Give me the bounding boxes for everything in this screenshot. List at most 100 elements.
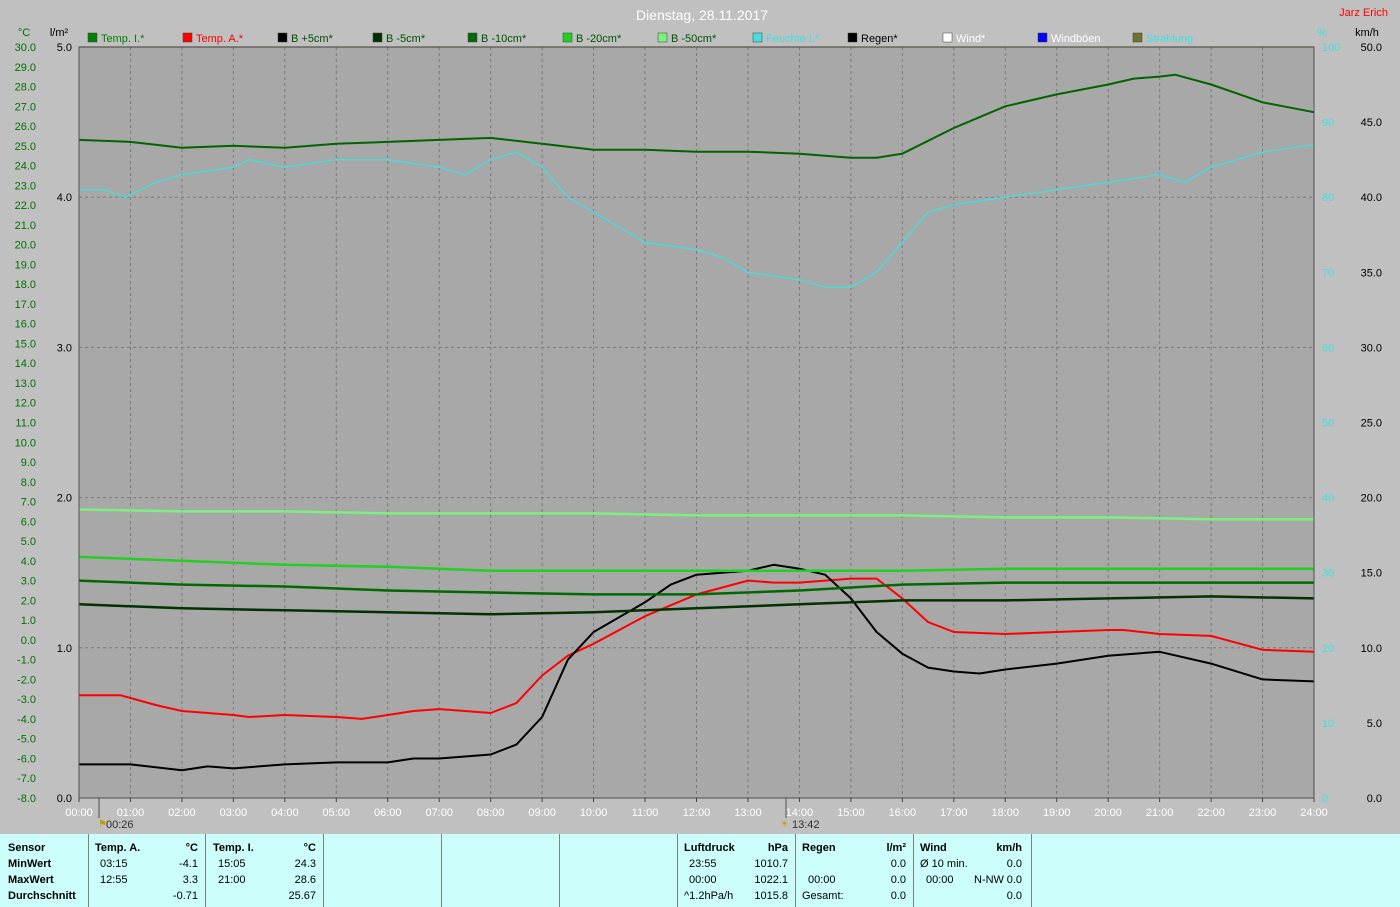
temp-i-header: Temp. I. <box>213 842 254 854</box>
temp-a-header: Temp. A. <box>95 842 141 854</box>
temp-a-max-time: 12:55 <box>100 874 128 886</box>
y-temp-tick-label: 7.0 <box>21 497 36 509</box>
rain-row1: 0.0 <box>890 858 906 870</box>
legend-swatch <box>87 32 98 43</box>
pressure-trend: ^1.2hPa/h <box>684 890 734 902</box>
pressure-max-time: 00:00 <box>689 874 717 886</box>
y-temp-tick-label: -3.0 <box>17 694 36 706</box>
weather-chart: 00:00 01:00 02:00 03:00 04:00 05:00 06:00 07:00… <box>0 0 1400 834</box>
rain-total: 0.0 <box>890 890 906 902</box>
minwert-label: MinWert <box>8 858 52 870</box>
y-pct-tick-label: 70 <box>1322 267 1334 279</box>
x-tick-label: 13:00 <box>734 807 762 819</box>
y-wind-tick-label: 30.0 <box>1361 342 1382 354</box>
pressure-min: 1010.7 <box>754 858 788 870</box>
legend-label: Regen* <box>861 33 898 45</box>
rain-time: 00:00 <box>808 874 836 886</box>
sun-icon: ☀ <box>780 819 789 830</box>
y-temp-tick-label: 27.0 <box>15 101 36 113</box>
y-temp-tick-label: 14.0 <box>15 358 36 370</box>
y-wind-tick-label: 50.0 <box>1361 42 1382 54</box>
y-wind-tick-label: 25.0 <box>1361 418 1382 430</box>
y-temp-tick-label: 20.0 <box>15 240 36 252</box>
legend-label: B -20cm* <box>576 33 622 45</box>
x-tick-label: 03:00 <box>220 807 248 819</box>
temp-a-min: -4.1 <box>179 858 198 870</box>
y-temp-tick-label: 23.0 <box>15 180 36 192</box>
x-tick-label: 22:00 <box>1197 807 1225 819</box>
legend-swatch <box>847 32 858 43</box>
x-tick-label: 05:00 <box>323 807 351 819</box>
stats-panel: Sensor MinWert MaxWert Durchschnitt Temp… <box>0 834 1400 907</box>
y-temp-tick-label: 8.0 <box>21 477 36 489</box>
y-pct-tick-label: 60 <box>1322 342 1334 354</box>
unit-percent: % <box>1317 27 1327 39</box>
x-tick-label: 19:00 <box>1043 807 1071 819</box>
y-wind-tick-label: 35.0 <box>1361 267 1382 279</box>
x-tick-label: 10:00 <box>580 807 608 819</box>
rain-row2: 0.0 <box>890 874 906 886</box>
separator <box>323 834 324 907</box>
maxwert-label: MaxWert <box>8 874 54 886</box>
unit-rain: l/m² <box>50 27 69 39</box>
x-tick-label: 24:00 <box>1300 807 1328 819</box>
x-tick-label: 21:00 <box>1146 807 1174 819</box>
temp-i-unit: °C <box>303 842 316 854</box>
y-wind-tick-label: 15.0 <box>1361 568 1382 580</box>
x-tick-label: 14:00 <box>786 807 814 819</box>
wind-avg10-label: Ø 10 min. <box>920 858 968 870</box>
separator <box>677 834 678 907</box>
y-temp-tick-label: 3.0 <box>21 576 36 588</box>
y-pct-tick-label: 90 <box>1322 117 1334 129</box>
y-temp-tick-label: 10.0 <box>15 437 36 449</box>
y-rain-tick-label: 1.0 <box>57 643 72 655</box>
y-temp-tick-label: 9.0 <box>21 457 36 469</box>
y-temp-tick-label: 2.0 <box>21 595 36 607</box>
y-temp-tick-label: 12.0 <box>15 398 36 410</box>
y-wind-tick-label: 5.0 <box>1367 718 1382 730</box>
author-label: Jarz Erich <box>1339 7 1388 19</box>
x-tick-label: 02:00 <box>168 807 196 819</box>
y-temp-tick-label: 19.0 <box>15 259 36 271</box>
legend-label: Temp. I.* <box>101 33 145 45</box>
y-temp-tick-label: 11.0 <box>15 418 36 430</box>
y-temp-tick-label: 29.0 <box>15 62 36 74</box>
y-temp-tick-label: -8.0 <box>17 793 36 805</box>
y-temp-tick-label: 16.0 <box>15 319 36 331</box>
x-tick-label: 07:00 <box>425 807 453 819</box>
pressure-max: 1022.1 <box>754 874 788 886</box>
temp-i-min-time: 15:05 <box>218 858 246 870</box>
y-wind-tick-label: 20.0 <box>1361 493 1382 505</box>
wind-unit: km/h <box>996 842 1022 854</box>
y-temp-tick-label: 24.0 <box>15 161 36 173</box>
temp-i-max-time: 21:00 <box>218 874 246 886</box>
legend-swatch <box>372 32 383 43</box>
y-pct-tick-label: 20 <box>1322 643 1334 655</box>
temp-i-avg: 25.67 <box>288 890 316 902</box>
legend-swatch <box>277 32 288 43</box>
x-tick-label: 04:00 <box>271 807 299 819</box>
x-tick-label: 23:00 <box>1249 807 1277 819</box>
max-marker-time: 13:42 <box>792 819 820 831</box>
x-tick-label: 16:00 <box>889 807 917 819</box>
temp-a-avg: -0.71 <box>172 890 198 902</box>
y-temp-tick-label: 1.0 <box>21 615 36 627</box>
y-temp-tick-label: 26.0 <box>15 121 36 133</box>
y-temp-tick-label: 21.0 <box>15 220 36 232</box>
rain-total-label: Gesamt: <box>802 890 844 902</box>
durchschnitt-label: Durchschnitt <box>8 890 76 902</box>
y-pct-tick-label: 40 <box>1322 493 1334 505</box>
y-temp-tick-label: 28.0 <box>15 82 36 94</box>
y-temp-tick-label: 0.0 <box>21 635 36 647</box>
pressure-unit: hPa <box>767 842 788 854</box>
legend-swatch <box>467 32 478 43</box>
y-temp-tick-label: 30.0 <box>15 42 36 54</box>
y-pct-tick-label: 50 <box>1322 418 1334 430</box>
y-temp-tick-label: 22.0 <box>15 200 36 212</box>
rain-unit: l/m² <box>886 842 906 854</box>
y-pct-tick-label: 80 <box>1322 192 1334 204</box>
y-temp-tick-label: 17.0 <box>15 299 36 311</box>
x-tick-label: 11:00 <box>632 807 659 819</box>
wind-max-time: 00:00 <box>926 874 954 886</box>
y-pct-tick-label: 10 <box>1322 718 1334 730</box>
